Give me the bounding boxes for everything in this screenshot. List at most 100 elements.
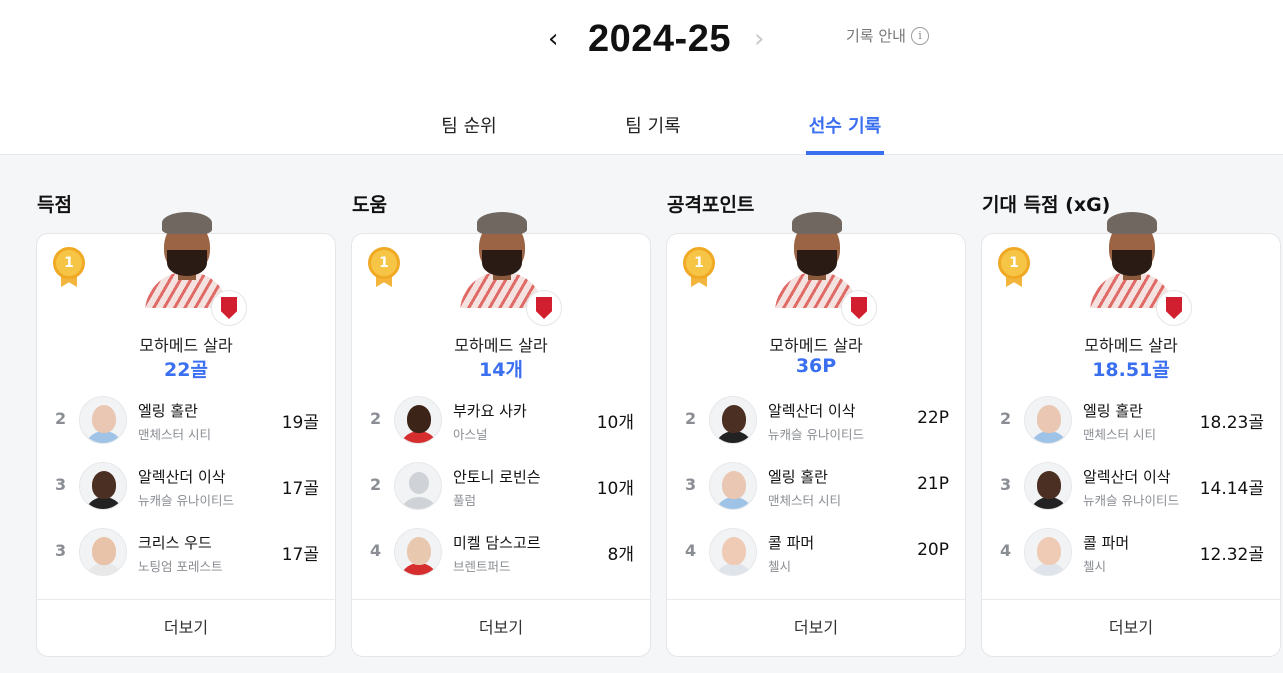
stat-section: 기대 득점 (xG) 1 모하메드 살라 18.51골 2 엘링 홀란 맨체스터…: [981, 190, 1283, 657]
stat-value: 20P: [917, 540, 949, 560]
medal-rank: 1: [998, 247, 1030, 279]
club-name: 뉴캐슬 유나이티드: [768, 427, 864, 442]
player-name: 알렉산더 이삭: [768, 402, 856, 420]
season-title: 2024-25: [588, 18, 731, 60]
rank-number: 4: [685, 541, 697, 560]
stat-section: 공격포인트 1 모하메드 살라 36P 2 알렉산더 이삭 뉴캐슬 유나이티드 …: [666, 190, 968, 657]
player-name: 알렉산더 이삭: [138, 468, 226, 486]
club-name: 맨체스터 시티: [1083, 427, 1156, 442]
leader-value: 22골: [164, 359, 208, 381]
medal-rank: 1: [368, 247, 400, 279]
player-name: 안토니 로빈슨: [453, 468, 541, 486]
player-name: 엘링 홀란: [138, 402, 198, 420]
gold-medal-icon: 1: [52, 247, 86, 289]
tab-team-standings[interactable]: 팀 순위: [440, 112, 498, 155]
avatar-face: [92, 471, 116, 499]
info-icon: i: [910, 26, 929, 45]
crest-shape: [536, 297, 552, 319]
player-avatar: [709, 396, 757, 444]
player-name: 미켈 담스고르: [453, 534, 541, 552]
crest-shape: [221, 297, 237, 319]
player-name: 엘링 홀란: [768, 468, 828, 486]
crest-shape: [851, 297, 867, 319]
stat-card: 1 모하메드 살라 18.51골 2 엘링 홀란 맨체스터 시티 18.23골 …: [981, 212, 1282, 657]
rank-number: 2: [685, 409, 697, 428]
liverpool-crest-icon: [211, 290, 247, 326]
avatar-shirt: [399, 497, 439, 509]
stat-value: 12.32골: [1199, 545, 1264, 565]
club-name: 노팅엄 포레스트: [138, 559, 223, 574]
player-avatar: [1024, 462, 1072, 510]
leader-name[interactable]: 모하메드 살라: [352, 332, 650, 356]
leader-name[interactable]: 모하메드 살라: [37, 332, 335, 356]
leader-name[interactable]: 모하메드 살라: [667, 332, 965, 356]
player-avatar: [709, 528, 757, 576]
chevron-right-icon[interactable]: ›: [754, 24, 764, 54]
more-button[interactable]: 더보기: [982, 599, 1280, 656]
record-guide-label: 기록 안내: [846, 27, 906, 45]
club-name: 브렌트퍼드: [453, 559, 511, 574]
stat-value: 18.23골: [1199, 413, 1264, 433]
gold-medal-icon: 1: [682, 247, 716, 289]
player-name: 엘링 홀란: [1083, 402, 1143, 420]
record-guide-link[interactable]: 기록 안내 i: [846, 25, 929, 46]
stat-value: 19골: [281, 413, 319, 433]
gold-medal-icon: 1: [367, 247, 401, 289]
rank-number: 2: [1000, 409, 1012, 428]
ranking-row[interactable]: 3 엘링 홀란 맨체스터 시티 21P: [667, 458, 967, 514]
liverpool-crest-icon: [841, 290, 877, 326]
stat-value: 10개: [596, 479, 634, 499]
club-name: 첼시: [768, 559, 792, 574]
club-name: 맨체스터 시티: [768, 493, 841, 508]
ranking-row[interactable]: 2 안토니 로빈슨 풀럼 10개: [352, 458, 652, 514]
crest-shape: [1166, 297, 1182, 319]
rank-number: 2: [370, 475, 382, 494]
top-header: ‹ 2024-25 › 기록 안내 i 팀 순위 팀 기록 선수 기록: [0, 0, 1283, 155]
more-button[interactable]: 더보기: [667, 599, 965, 656]
player-name: 콜 파머: [1083, 534, 1130, 552]
leader-beard: [797, 250, 837, 276]
rank-number: 2: [370, 409, 382, 428]
ranking-row[interactable]: 4 콜 파머 첼시 12.32골: [982, 524, 1282, 580]
ranking-row[interactable]: 2 엘링 홀란 맨체스터 시티 18.23골: [982, 392, 1282, 448]
ranking-row[interactable]: 2 부카요 사카 아스널 10개: [352, 392, 652, 448]
ranking-row[interactable]: 4 미켈 담스고르 브렌트퍼드 8개: [352, 524, 652, 580]
ranking-row[interactable]: 3 크리스 우드 노팅엄 포레스트 17골: [37, 524, 337, 580]
leader-beard: [482, 250, 522, 276]
stat-value: 17골: [281, 479, 319, 499]
club-name: 뉴캐슬 유나이티드: [138, 493, 234, 508]
club-name: 맨체스터 시티: [138, 427, 211, 442]
avatar-face: [1037, 537, 1061, 565]
tab-player-records[interactable]: 선수 기록: [806, 112, 884, 155]
rank-number: 3: [685, 475, 697, 494]
chevron-left-icon[interactable]: ‹: [548, 24, 558, 54]
ranking-row[interactable]: 4 콜 파머 첼시 20P: [667, 524, 967, 580]
stat-section: 도움 1 모하메드 살라 14개 2 부카요 사카 아스널 10개 2 안토니 …: [351, 190, 653, 657]
ranking-row[interactable]: 3 알렉산더 이삭 뉴캐슬 유나이티드 14.14골: [982, 458, 1282, 514]
rank-number: 3: [1000, 475, 1012, 494]
liverpool-crest-icon: [1156, 290, 1192, 326]
rank-number: 2: [55, 409, 67, 428]
leader-beard: [167, 250, 207, 276]
medal-rank: 1: [53, 247, 85, 279]
ranking-row[interactable]: 2 엘링 홀란 맨체스터 시티 19골: [37, 392, 337, 448]
stat-card: 1 모하메드 살라 36P 2 알렉산더 이삭 뉴캐슬 유나이티드 22P 3 …: [666, 212, 967, 657]
ranking-row[interactable]: 2 알렉산더 이삭 뉴캐슬 유나이티드 22P: [667, 392, 967, 448]
player-avatar: [394, 462, 442, 510]
leader-beard: [1112, 250, 1152, 276]
more-button[interactable]: 더보기: [37, 599, 335, 656]
avatar-face: [722, 405, 746, 433]
player-avatar: [394, 396, 442, 444]
player-avatar: [709, 462, 757, 510]
more-button[interactable]: 더보기: [352, 599, 650, 656]
avatar-face: [92, 405, 116, 433]
tab-team-records[interactable]: 팀 기록: [624, 112, 682, 155]
ranking-row[interactable]: 3 알렉산더 이삭 뉴캐슬 유나이티드 17골: [37, 458, 337, 514]
gold-medal-icon: 1: [997, 247, 1031, 289]
stat-value: 22P: [917, 408, 949, 428]
leader-name[interactable]: 모하메드 살라: [982, 332, 1280, 356]
rank-number: 4: [370, 541, 382, 560]
player-name: 부카요 사카: [453, 402, 527, 420]
medal-rank: 1: [683, 247, 715, 279]
avatar-face: [1037, 471, 1061, 499]
